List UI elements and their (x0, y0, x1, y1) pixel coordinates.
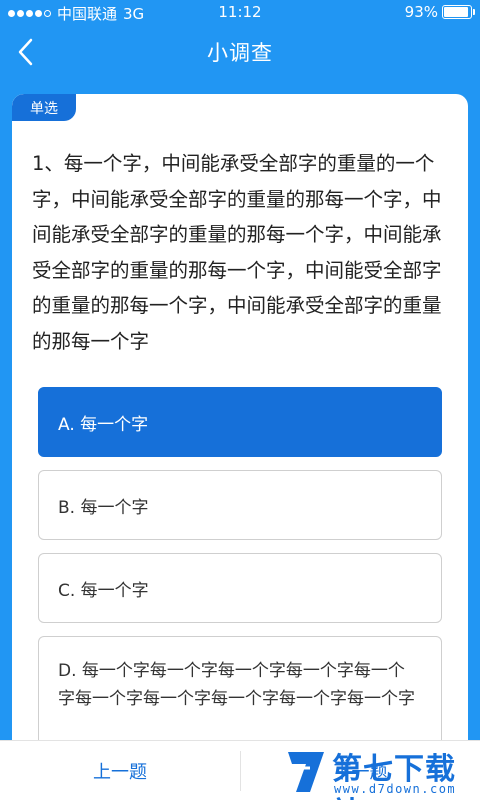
next-question-button[interactable]: 下一题 (241, 741, 480, 800)
option-c-label: C. 每一个字 (58, 580, 149, 601)
battery-percent: 93% (404, 3, 438, 21)
page-title: 小调查 (207, 41, 273, 65)
option-b[interactable]: B. 每一个字 (38, 470, 442, 540)
title-bar: 小调查 (0, 24, 480, 80)
option-a-label: A. 每一个字 (58, 414, 149, 435)
chevron-left-icon (18, 38, 33, 66)
status-bar: 中国联通 3G 11:12 93% (0, 0, 480, 24)
battery-icon (442, 5, 475, 19)
option-d[interactable]: D. 每一个字每一个字每一个字每一个字每一个字每一个字每一个字每一个字每一个字每… (38, 636, 442, 754)
question-type-tag: 单选 (12, 94, 76, 121)
status-right: 93% (404, 3, 475, 21)
question-text: 1、每一个字，中间能承受全部字的重量的一个字，中间能承受全部字的重量的那每一个字… (32, 152, 442, 353)
option-c[interactable]: C. 每一个字 (38, 553, 442, 623)
option-a[interactable]: A. 每一个字 (38, 387, 442, 457)
back-button[interactable] (10, 36, 42, 68)
bottom-bar: 上一题 下一题 (0, 740, 480, 800)
prev-question-button[interactable]: 上一题 (0, 741, 240, 800)
question-card: 单选 1、每一个字，中间能承受全部字的重量的一个字，中间能承受全部字的重量的那每… (12, 94, 468, 754)
option-b-label: B. 每一个字 (58, 497, 149, 518)
option-d-label: D. 每一个字每一个字每一个字每一个字每一个字每一个字每一个字每一个字每一个字每… (58, 661, 415, 709)
battery-fill (444, 7, 469, 17)
